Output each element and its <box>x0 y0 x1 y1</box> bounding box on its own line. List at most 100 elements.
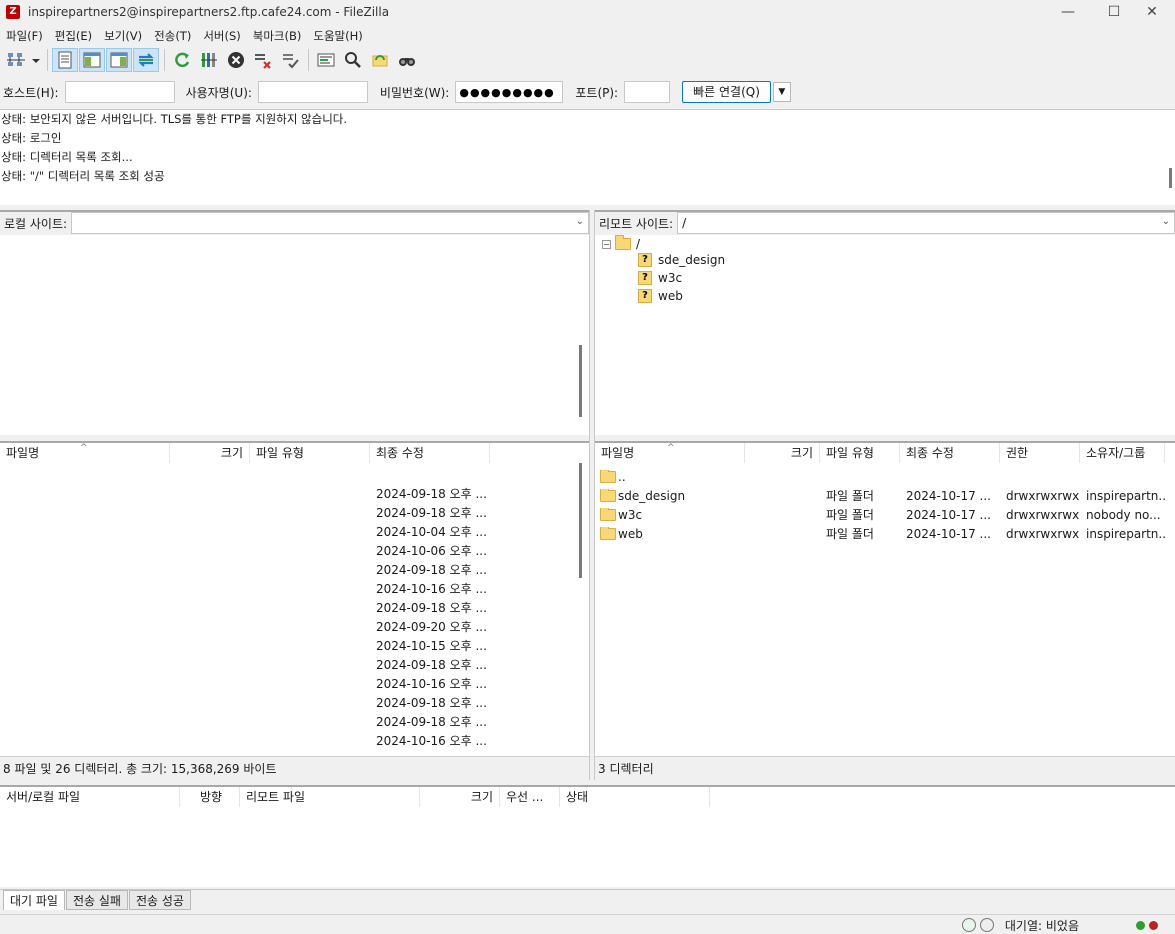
col-status[interactable]: 상태 <box>560 787 710 807</box>
chevron-down-icon[interactable]: ⌄ <box>1162 216 1170 227</box>
tree-node-w3c[interactable]: ? w3c <box>638 269 682 287</box>
table-row[interactable]: 2024-10-16 오후 ... <box>0 674 589 693</box>
sync-browse-icon[interactable] <box>367 48 393 72</box>
local-tree-scroll-thumb[interactable] <box>579 345 582 417</box>
queue-list[interactable] <box>0 809 1175 887</box>
close-button[interactable]: ✕ <box>1129 0 1175 24</box>
cell-perm: drwxrwxrwx <box>1006 526 1080 541</box>
table-row[interactable] <box>0 465 589 484</box>
col-permissions[interactable]: 권한 <box>1000 443 1080 463</box>
table-row[interactable]: web 파일 폴더 2024-10-17 ... drwxrwxrwx inspirep… <box>595 524 1175 543</box>
search-icon[interactable] <box>394 48 420 72</box>
col-priority[interactable]: 우선 ... <box>500 787 560 807</box>
tree-node-sde-design[interactable]: ? sde_design <box>638 251 725 269</box>
table-row[interactable]: 2024-09-20 오후 ... <box>0 617 589 636</box>
quickconnect-button[interactable]: 빠른 연결(Q) <box>682 81 771 103</box>
process-queue-icon[interactable] <box>196 48 222 72</box>
table-row[interactable]: 2024-10-16 오후 ... <box>0 579 589 598</box>
pane-splitter[interactable] <box>589 210 595 780</box>
table-row[interactable]: 2024-09-18 오후 ... <box>0 655 589 674</box>
table-row[interactable]: 2024-09-18 오후 ... <box>0 712 589 731</box>
host-input[interactable] <box>64 81 175 103</box>
tree-node-web[interactable]: ? web <box>638 287 683 305</box>
col-filename[interactable]: 파일명 ^ <box>0 443 170 463</box>
menu-transfer[interactable]: 전송(T) <box>148 26 197 46</box>
window-title: inspirepartners2@inspirepartners2.ftp.ca… <box>28 5 390 19</box>
col-size[interactable]: 크기 <box>745 443 820 463</box>
cell-type: 파일 폴더 <box>826 508 874 522</box>
directory-filter-icon[interactable] <box>313 48 339 72</box>
col-direction[interactable]: 방향 <box>180 787 240 807</box>
disconnect-icon[interactable] <box>250 48 276 72</box>
refresh-icon[interactable] <box>169 48 195 72</box>
tab-queued-files[interactable]: 대기 파일 <box>3 890 65 910</box>
table-row[interactable]: 2024-09-18 오후 ... <box>0 484 589 503</box>
quickconnect-dropdown-button[interactable]: ▼ <box>772 82 791 102</box>
password-input[interactable] <box>455 81 564 103</box>
chevron-down-icon[interactable]: ⌄ <box>576 216 584 227</box>
col-filename[interactable]: 파일명 ^ <box>595 443 745 463</box>
toolbar-separator <box>308 49 309 71</box>
menu-view[interactable]: 보기(V) <box>98 26 148 46</box>
log-scrollbar[interactable] <box>1163 110 1175 206</box>
toggle-log-icon[interactable] <box>52 48 78 72</box>
menu-server[interactable]: 서버(S) <box>197 26 246 46</box>
cancel-icon[interactable] <box>223 48 249 72</box>
speed-limit-icon[interactable] <box>962 918 976 932</box>
username-input[interactable] <box>257 81 368 103</box>
col-owner-group[interactable]: 소유자/그룹 <box>1080 443 1165 463</box>
col-remote-file[interactable]: 리모트 파일 <box>240 787 420 807</box>
menu-bookmarks[interactable]: 북마크(B) <box>247 26 308 46</box>
queue-tabs: 대기 파일 전송 실패 전송 성공 <box>0 889 1175 911</box>
tab-failed-transfers[interactable]: 전송 실패 <box>65 890 128 910</box>
table-row[interactable]: 2024-10-15 오후 ... <box>0 636 589 655</box>
local-list-scrollbar[interactable] <box>574 463 588 756</box>
local-tree[interactable] <box>0 235 589 435</box>
table-row[interactable]: 2024-09-18 오후 ... <box>0 560 589 579</box>
local-tree-scrollbar[interactable] <box>574 235 588 435</box>
table-row[interactable]: 2024-10-04 오후 ... <box>0 522 589 541</box>
local-path-combo[interactable]: ⌄ <box>71 212 589 234</box>
toolbar-separator <box>47 49 48 71</box>
col-filetype[interactable]: 파일 유형 <box>250 443 370 463</box>
local-file-list[interactable]: 2024-09-18 오후 ... 2024-09-18 오후 ... 2024-1… <box>0 463 589 756</box>
col-size[interactable]: 크기 <box>170 443 250 463</box>
table-row[interactable]: 2024-09-18 오후 ... <box>0 503 589 522</box>
menu-help[interactable]: 도움말(H) <box>307 26 368 46</box>
remote-tree[interactable]: − / ? sde_design ? w3c ? web <box>595 235 1175 435</box>
collapse-icon[interactable]: − <box>602 239 611 249</box>
table-row[interactable]: w3c 파일 폴더 2024-10-17 ... drwxrwxrwx nobody n… <box>595 505 1175 524</box>
password-label: 비밀번호(W): <box>379 85 450 100</box>
dropdown-arrow-icon[interactable] <box>30 48 42 72</box>
site-manager-icon[interactable] <box>3 48 29 72</box>
table-row[interactable]: 2024-10-06 오후 ... <box>0 541 589 560</box>
table-row[interactable]: sde_design 파일 폴더 2024-10-17 ... drwxrwxrwx i… <box>595 486 1175 505</box>
reconnect-icon[interactable] <box>277 48 303 72</box>
table-row[interactable]: 2024-09-18 오후 ... <box>0 598 589 617</box>
menu-edit[interactable]: 편집(E) <box>49 26 98 46</box>
compare-icon[interactable] <box>340 48 366 72</box>
toggle-local-tree-icon[interactable] <box>79 48 105 72</box>
local-list-scroll-thumb[interactable] <box>579 463 582 578</box>
port-input[interactable] <box>624 81 671 103</box>
log-scroll-thumb[interactable] <box>1169 168 1172 188</box>
col-server-local-file[interactable]: 서버/로컬 파일 <box>0 787 180 807</box>
remote-file-list[interactable]: .. sde_design 파일 폴더 2024-10-17 ... drwxrwxrw… <box>595 463 1175 756</box>
minimize-button[interactable]: — <box>1045 0 1091 24</box>
table-row[interactable]: 2024-09-18 오후 ... <box>0 693 589 712</box>
message-log[interactable]: 상태: 보안되지 않은 서버입니다. TLS를 통한 FTP를 지원하지 않습니… <box>0 109 1175 205</box>
col-modified[interactable]: 최종 수정 <box>900 443 1000 463</box>
tree-node-root[interactable]: − / <box>602 235 640 253</box>
tree-node-label: sde_design <box>658 253 726 267</box>
col-modified[interactable]: 최종 수정 <box>370 443 490 463</box>
remote-path-combo[interactable]: / ⌄ <box>677 212 1175 234</box>
table-row[interactable]: .. <box>595 467 1175 486</box>
toggle-queue-icon[interactable] <box>133 48 159 72</box>
col-filetype[interactable]: 파일 유형 <box>820 443 900 463</box>
col-size[interactable]: 크기 <box>420 787 500 807</box>
tab-successful-transfers[interactable]: 전송 성공 <box>128 890 191 910</box>
filter-status-icon[interactable] <box>980 918 994 932</box>
menu-file[interactable]: 파일(F) <box>0 26 49 46</box>
toggle-remote-tree-icon[interactable] <box>106 48 132 72</box>
table-row[interactable]: 2024-10-16 오후 ... <box>0 731 589 750</box>
